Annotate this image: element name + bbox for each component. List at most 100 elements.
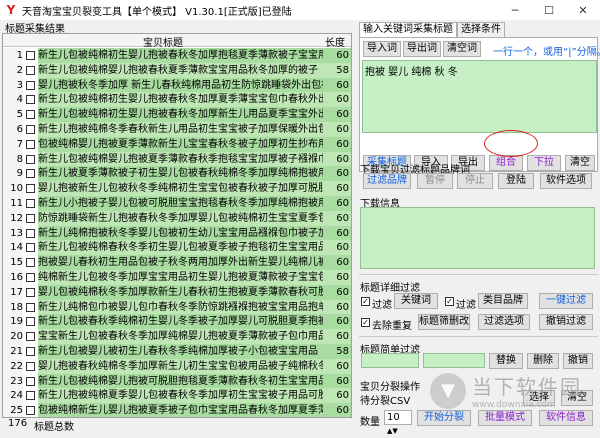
undo-filter-button[interactable]: 撤销过滤 — [539, 314, 593, 330]
table-row[interactable]: 25 包被纯棉新生儿婴儿抱被夏季被子包巾宝宝用品春秋冬加厚夏季薄款 60 — [3, 403, 351, 417]
table-row[interactable]: 6 新生儿抱被纯棉冬季春秋新生儿用品初生宝宝被子加厚保暖外出包被 60 — [3, 122, 351, 137]
row-checkbox[interactable] — [26, 287, 35, 297]
row-title: 包被纯棉婴儿抱被夏季薄款新生儿宝宝春秋冬被子加厚初生抄布用品 — [38, 136, 323, 152]
table-row[interactable]: 3 婴儿抱被秋冬季加厚 新生儿春秋纯棉用品初生防惊跳睡袋外出包被 60 — [3, 77, 351, 93]
keyword-panel: 导入词 导出词 清空词 一行一个，或用“|”分隔。 抱被 婴儿 纯棉 秋 冬 采… — [359, 37, 600, 172]
column-header-title[interactable]: 宝贝标题 — [143, 34, 183, 49]
table-row[interactable]: 13 新生儿纯棉抱被秋冬季婴儿包被初生幼儿宝宝用品襁褓包巾被子加厚 60 — [3, 225, 351, 241]
row-checkbox[interactable] — [26, 184, 35, 194]
row-checkbox[interactable] — [26, 169, 35, 179]
table-row[interactable]: 2 新生儿包被纯棉婴儿抱被春秋夏季薄款宝宝用品秋冬加厚的被子 58 — [3, 62, 351, 78]
row-number: 13 — [3, 225, 23, 241]
filter-options-button[interactable]: 过滤选项 — [478, 314, 530, 330]
table-row[interactable]: 16 纯棉新生儿包被冬季加厚宝宝用品初生婴儿抱被夏薄款被子宝宝包被 60 — [3, 270, 351, 285]
table-row[interactable]: 24 新生儿抱被纯棉夏季婴儿包被春秋冬季加厚初生宝宝被子用品可脱胆 60 — [3, 388, 351, 404]
export-words-button[interactable]: 导出词 — [403, 41, 441, 57]
row-length: 60 — [323, 240, 351, 256]
keyword-hint: 一行一个，或用“|”分隔。 — [493, 47, 600, 58]
software-options-button[interactable]: 软件选项 — [540, 173, 592, 189]
row-checkbox[interactable] — [26, 199, 35, 208]
table-row[interactable]: 10 婴儿抱被新生儿包被秋冬季纯棉初生宝宝包被春秋被子加厚可脱胆用品 60 — [3, 181, 351, 197]
dropdown-button[interactable]: 下拉 — [527, 155, 561, 171]
row-checkbox[interactable] — [26, 228, 35, 238]
row-checkbox[interactable] — [26, 125, 35, 134]
title-delete-button[interactable]: 标题筛删改 — [418, 314, 470, 330]
stepper-arrows-icon[interactable]: ▲▼ — [387, 427, 398, 435]
table-row[interactable]: 4 新生儿包被纯棉初生婴儿抱被春秋冬加厚夏季薄宝宝包巾春秋外出襁褓 60 — [3, 92, 351, 108]
table-row[interactable]: 18 新生儿纯棉包巾被婴儿包巾春秋冬季防惊跳襁褓抱被宝宝用品抱单被 60 — [3, 299, 351, 315]
start-split-button[interactable]: 开始分裂 — [417, 410, 471, 426]
column-header-length[interactable]: 长度 — [325, 34, 345, 49]
row-checkbox[interactable] — [26, 302, 35, 312]
table-row[interactable]: 7 包被纯棉婴儿抱被夏季薄款新生儿宝宝春秋冬被子加厚初生抄布用品 60 — [3, 136, 351, 152]
tab-conditions[interactable]: 选择条件 — [457, 22, 505, 37]
table-row[interactable]: 23 新生儿包被纯棉婴儿抱被可脱胆抱毯夏季薄款春秋冬初生宝宝用品 60 — [3, 373, 351, 389]
row-title: 新生儿包被纯棉初生婴儿抱被春秋冬加厚抱毯夏季薄款被子宝宝用品 — [38, 48, 323, 63]
row-checkbox[interactable] — [26, 154, 35, 164]
row-checkbox[interactable] — [26, 213, 35, 223]
minimize-button[interactable]: ─ — [498, 0, 532, 20]
filter-checkbox-1[interactable]: ✓ — [361, 297, 370, 306]
delete-button[interactable]: 删除 — [527, 353, 559, 369]
category-brand-button[interactable]: 类目品牌 — [478, 293, 528, 309]
row-checkbox[interactable] — [26, 273, 35, 282]
row-checkbox[interactable] — [26, 95, 35, 105]
table-row[interactable]: 12 防惊跳睡袋新生儿抱被春秋冬季加厚婴儿包被纯棉初生宝宝夏季包被 60 — [3, 210, 351, 226]
stop-button[interactable]: 停止 — [457, 173, 493, 189]
table-row[interactable]: 19 新生儿包被春秋季纯棉初生婴儿冬季被子加厚婴儿可脱胆夏季抱被春 60 — [3, 314, 351, 330]
table-row[interactable]: 8 新生儿包被纯棉婴儿抱被夏季薄款春秋季抱毯宝宝加厚被子襁褓巾宝宝用品60 — [3, 151, 351, 167]
clear-button[interactable]: 清空 — [565, 155, 595, 171]
filter-brand-button[interactable]: 过滤品牌 — [363, 173, 411, 189]
pause-button[interactable]: 暂停 — [417, 173, 453, 189]
row-checkbox[interactable] — [26, 347, 35, 356]
table-row[interactable]: 17 婴儿包被纯棉秋冬季加厚款新生儿春秋初生抱被夏季薄款春秋可脱胆 60 — [3, 284, 351, 300]
filter-checkbox-2[interactable]: ✓ — [445, 297, 454, 306]
maximize-button[interactable]: ☐ — [532, 0, 566, 20]
row-checkbox[interactable] — [26, 376, 35, 386]
dedupe-checkbox[interactable]: ✓ — [361, 318, 370, 327]
row-checkbox[interactable] — [26, 391, 35, 401]
row-length: 60 — [323, 255, 351, 271]
table-row[interactable]: 14 新生儿包被纯棉春秋冬季初生婴儿包被夏季被子抱毯初生宝宝用品被子 60 — [3, 240, 351, 256]
table-row[interactable]: 5 新生儿包被纯棉初生婴儿抱被春秋冬加厚新生儿用品夏季宝宝外出包被 60 — [3, 107, 351, 123]
table-row[interactable]: 21 新生儿包被婴儿被初生儿春秋冬季纯棉加厚被子小包被宝宝用品 58 — [3, 344, 351, 359]
row-title: 婴儿抱被新生儿包被秋冬季纯棉初生宝宝包被春秋被子加厚可脱胆用品 — [38, 181, 323, 197]
close-button[interactable]: ✕ — [566, 0, 600, 20]
row-checkbox[interactable] — [26, 243, 35, 253]
row-checkbox[interactable] — [26, 110, 35, 120]
table-row[interactable]: 22 婴儿抱被春秋纯棉冬季加厚新生儿初生宝宝包被用品被子纯棉秋冬包被 60 — [3, 358, 351, 374]
row-checkbox[interactable] — [26, 361, 35, 371]
table-row[interactable]: 9 新生儿被夏季薄款被子初生婴儿包被春秋纯棉冬季加厚纯棉抱被用品 60 — [3, 166, 351, 182]
combine-button[interactable]: 组合 — [489, 155, 523, 171]
clear-words-button[interactable]: 清空词 — [443, 41, 481, 57]
replace-button[interactable]: 替换 — [489, 353, 523, 369]
row-checkbox[interactable] — [26, 139, 35, 149]
row-checkbox[interactable] — [26, 65, 35, 75]
row-title: 新生儿包被纯棉婴儿抱被可脱胆抱毯夏季薄款春秋冬初生宝宝用品 — [38, 373, 323, 389]
batch-mode-button[interactable]: 批量模式 — [478, 410, 532, 426]
software-info-button[interactable]: 软件信息 — [539, 410, 593, 426]
row-checkbox[interactable] — [26, 51, 35, 60]
import-words-button[interactable]: 导入词 — [363, 41, 401, 57]
keyword-button[interactable]: 关键词 — [394, 293, 438, 309]
row-title: 婴儿包被纯棉秋冬季加厚款新生儿春秋初生抱被夏季薄款春秋可脱胆 — [38, 284, 323, 300]
row-length: 60 — [323, 403, 351, 417]
login-button[interactable]: 登陆 — [498, 173, 534, 189]
tab-keyword-collect[interactable]: 输入关键词采集标题 — [359, 22, 457, 37]
undo-button[interactable]: 撤销 — [563, 353, 593, 369]
simple-filter-replace-input[interactable] — [423, 353, 485, 368]
row-checkbox[interactable] — [26, 258, 35, 268]
table-row[interactable]: 20 宝宝新生儿包被春秋冬季加厚纯棉婴儿抱被夏季薄款被子包巾用品 60 — [3, 329, 351, 345]
simple-filter-find-input[interactable] — [361, 353, 419, 368]
table-row[interactable]: 1 新生儿包被纯棉初生婴儿抱被春秋冬加厚抱毯夏季薄款被子宝宝用品 60 — [3, 48, 351, 63]
table-row[interactable]: 11 新生儿小抱被子婴儿包被可脱胆宝宝抱毯春秋冬季加厚纯棉抱被用品 60 — [3, 196, 351, 211]
row-number: 24 — [3, 388, 23, 404]
quantity-stepper[interactable]: 10 ▲▼ — [384, 410, 412, 435]
row-checkbox[interactable] — [26, 406, 35, 416]
keywords-textarea[interactable]: 抱被 婴儿 纯棉 秋 冬 — [362, 60, 597, 133]
one-key-filter-button[interactable]: 一键过滤 — [539, 293, 593, 309]
row-checkbox[interactable] — [26, 80, 35, 90]
row-checkbox[interactable] — [26, 317, 35, 327]
row-checkbox[interactable] — [26, 332, 35, 342]
table-row[interactable]: 15 抱被婴儿春秋初生用品包被子秋冬两用加厚外出新生婴儿纯棉儿被抱 60 — [3, 255, 351, 271]
